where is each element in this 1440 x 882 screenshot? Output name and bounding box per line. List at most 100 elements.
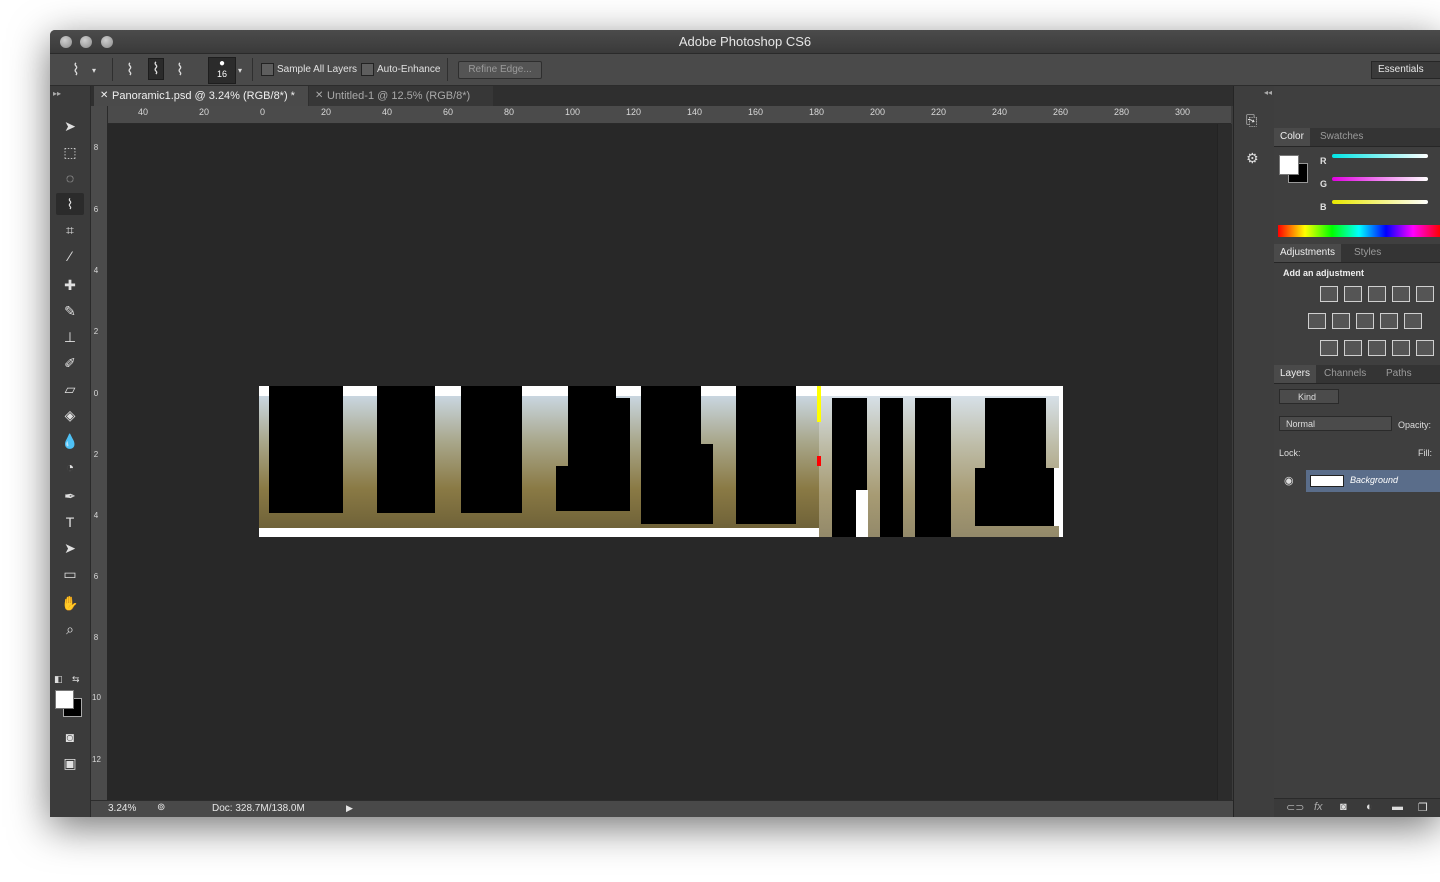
preset-dropdown-icon[interactable]: ▾ — [92, 66, 96, 75]
tab-styles[interactable]: Styles — [1348, 244, 1387, 262]
paint-bucket-tool-icon[interactable]: ◈ — [56, 404, 84, 426]
horizontal-ruler: 40 20 0 20 40 60 80 100 120 140 160 180 … — [107, 106, 1231, 124]
vertical-scrollbar[interactable] — [1217, 124, 1232, 800]
zoom-tool-icon[interactable]: ⌕ — [56, 618, 84, 640]
quick-mask-icon[interactable]: ◙ — [56, 726, 84, 748]
slider-g[interactable] — [1332, 177, 1428, 181]
tab-paths[interactable]: Paths — [1380, 365, 1418, 383]
lasso-tool-icon[interactable]: ◌ — [56, 167, 84, 189]
zoom-level[interactable]: 3.24% — [108, 803, 136, 814]
marquee-tool-icon[interactable]: ⬚ — [56, 141, 84, 163]
auto-enhance-checkbox[interactable] — [361, 63, 374, 76]
black-white-icon[interactable] — [1356, 313, 1374, 329]
status-info-icon[interactable]: ⊚ — [157, 802, 165, 813]
curves-icon[interactable] — [1368, 286, 1386, 302]
exposure-icon[interactable] — [1392, 286, 1410, 302]
doc-size: Doc: 328.7M/138.0M — [212, 803, 305, 814]
ruler-label: 40 — [138, 107, 149, 117]
layer-name[interactable]: Background — [1350, 475, 1398, 485]
clone-stamp-tool-icon[interactable]: ⊥ — [56, 326, 84, 348]
dodge-tool-icon[interactable]: ◔ — [56, 456, 84, 478]
posterize-icon[interactable] — [1344, 340, 1362, 356]
ruler-label: 180 — [809, 107, 825, 117]
color-spectrum-bar[interactable] — [1278, 225, 1440, 237]
new-selection-brush-icon[interactable]: ⌇ — [126, 60, 134, 80]
tab-swatches[interactable]: Swatches — [1314, 128, 1369, 146]
ruler-label: 0 — [260, 107, 266, 117]
sample-all-layers-checkbox[interactable] — [261, 63, 274, 76]
tab-channels[interactable]: Channels — [1318, 365, 1372, 383]
ruler-label: 20 — [321, 107, 332, 117]
workspace-switcher[interactable]: Essentials — [1371, 61, 1440, 79]
close-tab-icon[interactable]: ✕ — [100, 86, 108, 106]
quick-selection-tool-icon[interactable]: ⌇ — [56, 193, 84, 215]
selective-color-icon[interactable] — [1416, 340, 1434, 356]
channel-mixer-icon[interactable] — [1404, 313, 1422, 329]
fill-label: Fill: — [1418, 448, 1432, 458]
photo-filter-icon[interactable] — [1380, 313, 1398, 329]
add-adjustment-heading: Add an adjustment — [1283, 268, 1365, 278]
layer-visibility-eye-icon[interactable]: ◉ — [1284, 474, 1294, 487]
threshold-icon[interactable] — [1368, 340, 1386, 356]
slider-r[interactable] — [1332, 154, 1428, 158]
brush-tool-icon[interactable]: ✎ — [56, 300, 84, 322]
new-layer-icon[interactable]: ❐ — [1418, 801, 1428, 814]
blend-mode-select[interactable]: Normal — [1279, 416, 1392, 431]
type-tool-icon[interactable]: T — [56, 511, 84, 533]
move-tool-icon[interactable]: ➤ — [56, 115, 84, 137]
new-group-icon[interactable]: ▬ — [1392, 801, 1403, 813]
pen-tool-icon[interactable]: ✒ — [56, 485, 84, 507]
new-adjustment-layer-icon[interactable]: ◐ — [1366, 801, 1373, 813]
path-selection-tool-icon[interactable]: ➤ — [56, 537, 84, 559]
collapse-toolbox-icon[interactable]: ▸▸ — [53, 89, 61, 98]
color-balance-icon[interactable] — [1332, 313, 1350, 329]
ruler-label: 4 — [93, 511, 99, 520]
default-colors-icon[interactable]: ◧ — [54, 674, 63, 685]
foreground-color-swatch[interactable] — [55, 690, 74, 709]
blur-tool-icon[interactable]: 💧 — [56, 430, 84, 452]
levels-icon[interactable] — [1344, 286, 1362, 302]
history-panel-icon[interactable]: ⎘ — [1246, 112, 1257, 129]
canvas-area[interactable] — [107, 124, 1231, 800]
screen-mode-icon[interactable]: ▣ — [56, 752, 84, 774]
properties-panel-icon[interactable]: ⚙ — [1246, 150, 1259, 167]
color-foreground-swatch[interactable] — [1279, 155, 1299, 175]
collapse-panels-icon[interactable]: ◂◂ — [1264, 88, 1272, 97]
link-layers-icon[interactable]: ⊂⊃ — [1286, 801, 1304, 814]
slider-b[interactable] — [1332, 200, 1428, 204]
healing-brush-tool-icon[interactable]: ✚ — [56, 274, 84, 296]
hue-saturation-icon[interactable] — [1308, 313, 1326, 329]
tab-panoramic1[interactable]: ✕ Panoramic1.psd @ 3.24% (RGB/8*) * — [94, 86, 308, 106]
crop-tool-icon[interactable]: ⌗ — [56, 219, 84, 241]
eraser-tool-icon[interactable]: ▱ — [56, 378, 84, 400]
refine-edge-button[interactable]: Refine Edge... — [458, 61, 542, 79]
title-bar: Adobe Photoshop CS6 — [50, 30, 1440, 54]
close-tab-icon[interactable]: ✕ — [315, 86, 323, 106]
tab-layers[interactable]: Layers — [1274, 365, 1317, 383]
eyedropper-tool-icon[interactable]: ⁄ — [56, 245, 84, 267]
fx-icon[interactable]: fx — [1314, 801, 1323, 813]
swap-colors-icon[interactable]: ⇆ — [72, 674, 80, 685]
brush-size-picker[interactable]: ● 16 — [208, 57, 236, 84]
ruler-label: 6 — [93, 572, 99, 581]
add-mask-icon[interactable]: ◙ — [1340, 801, 1347, 813]
hand-tool-icon[interactable]: ✋ — [56, 592, 84, 614]
channel-g-label: G — [1320, 179, 1328, 189]
invert-icon[interactable] — [1320, 340, 1338, 356]
brush-dropdown-icon[interactable]: ▾ — [238, 66, 242, 75]
vibrance-icon[interactable] — [1416, 286, 1434, 302]
tab-untitled-1[interactable]: ✕ Untitled-1 @ 12.5% (RGB/8*) — [309, 86, 493, 106]
layers-footer: ⊂⊃ fx ◙ ◐ ▬ ❐ — [1274, 798, 1440, 817]
rectangle-tool-icon[interactable]: ▭ — [56, 563, 84, 585]
tab-color[interactable]: Color — [1274, 128, 1310, 146]
layer-kind-filter[interactable]: Kind — [1279, 389, 1339, 404]
history-brush-tool-icon[interactable]: ✐ — [56, 352, 84, 374]
add-to-selection-brush-icon[interactable]: ⌇ — [148, 58, 164, 80]
subtract-selection-brush-icon[interactable]: ⌇ — [176, 60, 184, 80]
brightness-contrast-icon[interactable] — [1320, 286, 1338, 302]
status-menu-arrow-icon[interactable]: ▶ — [346, 803, 353, 814]
layer-row-background[interactable]: Background — [1306, 470, 1440, 492]
gradient-map-icon[interactable] — [1392, 340, 1410, 356]
quick-selection-preset-icon[interactable]: ⌇ — [72, 60, 80, 80]
tab-adjustments[interactable]: Adjustments — [1274, 244, 1342, 262]
